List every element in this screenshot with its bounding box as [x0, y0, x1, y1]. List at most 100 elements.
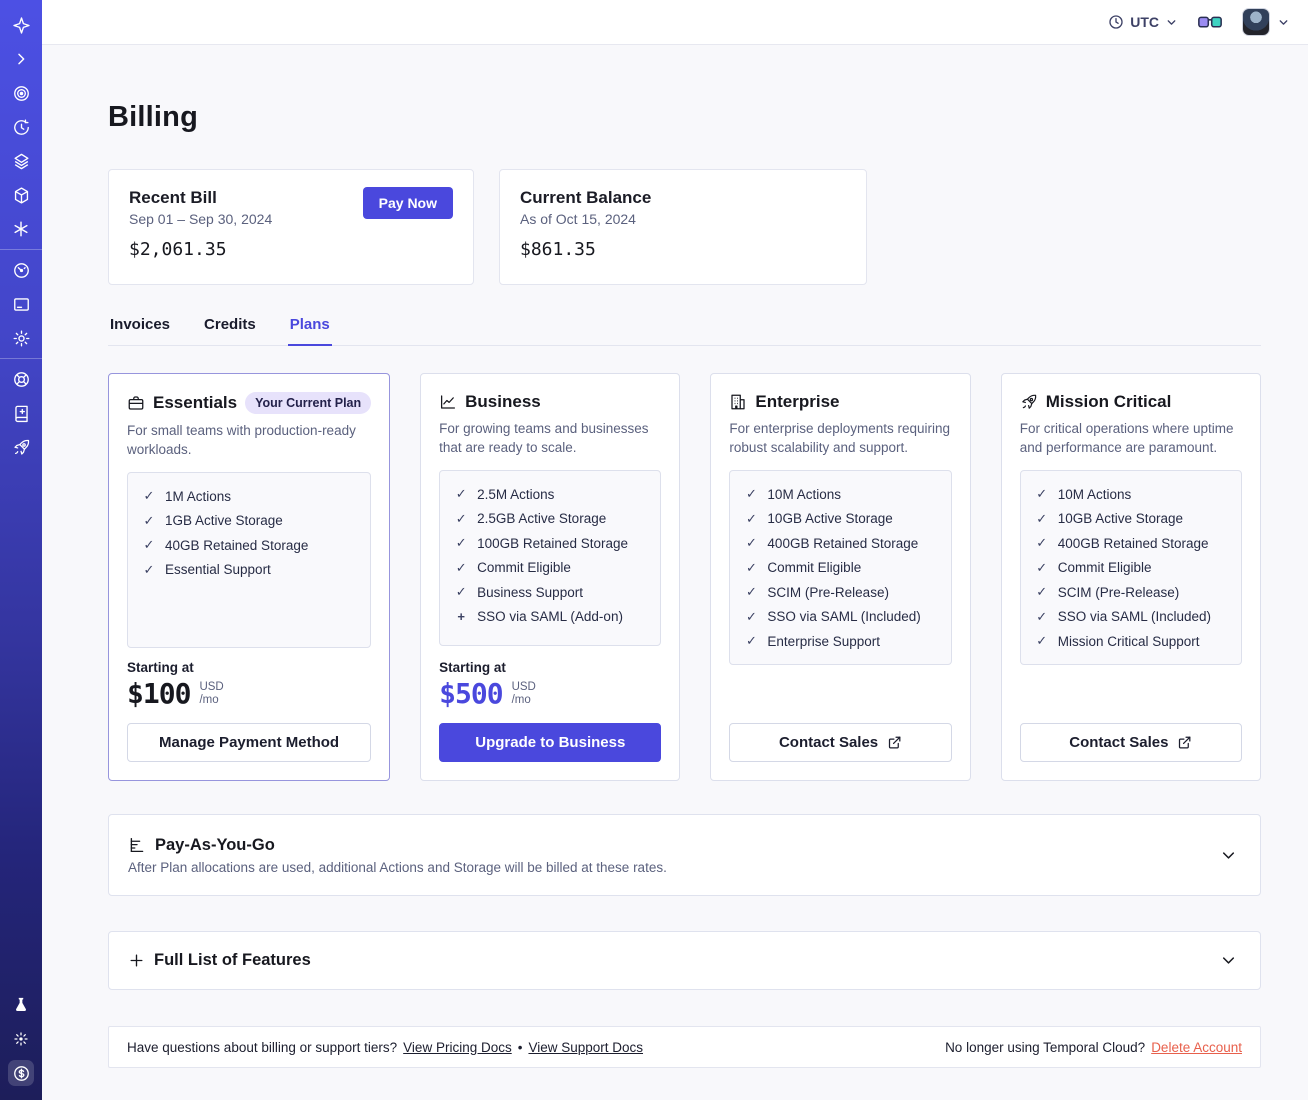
pay-now-button[interactable]: Pay Now	[362, 187, 453, 219]
plan-card-mission-critical: Mission Critical For critical operations…	[1000, 373, 1261, 781]
services-icon[interactable]	[8, 182, 34, 208]
feature-item: ✓ Enterprise Support	[745, 633, 880, 649]
collapse-sidebar-icon[interactable]	[8, 46, 34, 72]
feature-item: ✓ 400GB Retained Storage	[1036, 535, 1209, 551]
current-balance-amount: $861.35	[520, 239, 596, 260]
footer-question: Have questions about billing or support …	[127, 1039, 398, 1055]
plan-features: ✓ 2.5M Actions ✓ 2.5GB Active Storage ✓ 100…	[439, 470, 662, 646]
feature-item: ✓ Business Support	[455, 584, 583, 600]
price-block: Starting at $500 USD/mo	[439, 660, 661, 710]
check-icon: ✓	[1036, 535, 1048, 550]
theme-icon[interactable]	[8, 1026, 34, 1052]
delete-account-link[interactable]: Delete Account	[1151, 1040, 1242, 1055]
check-icon: ✓	[1036, 608, 1048, 624]
plans-row: Essentials Your Current Plan For small t…	[108, 373, 1261, 781]
timezone-selector[interactable]: UTC	[1108, 14, 1178, 30]
plus-icon	[128, 952, 145, 969]
current-plan-badge: Your Current Plan	[245, 392, 372, 414]
page-title: Billing	[108, 101, 199, 133]
upgrade-business-button[interactable]: Upgrade to Business	[439, 723, 662, 762]
billing-tabs: Invoices Credits Plans	[108, 310, 1261, 346]
plus-icon: +	[457, 608, 465, 624]
deployments-icon[interactable]	[8, 148, 34, 174]
price-unit: USD/mo	[511, 680, 536, 706]
check-icon: ✓	[1036, 584, 1048, 599]
schedules-icon[interactable]	[8, 114, 34, 140]
check-icon: ✓	[745, 608, 757, 624]
check-icon: ✓	[1036, 486, 1048, 501]
main-content: Billing Recent Bill Sep 01 – Sep 30, 202…	[42, 101, 1308, 1068]
plan-name: Essentials	[153, 393, 238, 412]
check-icon: ✓	[143, 512, 155, 528]
nexus-icon[interactable]	[8, 216, 34, 242]
external-link-icon	[887, 735, 902, 750]
plan-card-business: Business For growing teams and businesse…	[420, 373, 681, 781]
briefcase-icon	[127, 394, 145, 412]
getting-started-icon[interactable]	[8, 434, 34, 460]
check-icon: ✓	[745, 633, 757, 648]
timezone-label: UTC	[1130, 14, 1159, 30]
recent-bill-card: Recent Bill Sep 01 – Sep 30, 2024 $2,061…	[108, 169, 474, 285]
feature-item: ✓ 100GB Retained Storage	[455, 535, 628, 551]
price-label: Starting at	[439, 660, 506, 675]
usage-icon[interactable]	[8, 257, 34, 283]
manage-payment-button[interactable]: Manage Payment Method	[127, 723, 372, 762]
tab-credits[interactable]: Credits	[202, 310, 258, 346]
plan-features: ✓ 10M Actions ✓ 10GB Active Storage ✓ 400GB…	[1019, 470, 1242, 665]
check-icon: ✓	[455, 535, 467, 550]
price-block: Starting at $100 USD/mo	[127, 660, 371, 710]
check-icon: ✓	[143, 561, 155, 577]
price-amount: $500	[439, 677, 503, 710]
price-label: Starting at	[127, 660, 194, 675]
full-features-title: Full List of Features	[154, 951, 311, 969]
namespaces-icon[interactable]	[8, 80, 34, 106]
plan-card-enterprise: Enterprise For enterprise deployments re…	[710, 373, 971, 781]
feature-item: ✓ SCIM (Pre-Release)	[1036, 584, 1180, 600]
chevron-down-icon	[1165, 16, 1178, 29]
separator: •	[517, 1039, 523, 1055]
feature-item: ✓ SSO via SAML (Included)	[745, 608, 921, 625]
temporal-logo-icon[interactable]	[8, 12, 34, 38]
support-icon[interactable]	[8, 366, 34, 392]
feature-item: ✓ Mission Critical Support	[1036, 633, 1200, 649]
sidebar	[0, 0, 42, 1100]
check-icon: ✓	[1036, 559, 1048, 575]
feature-item: ✓ 2.5GB Active Storage	[455, 510, 607, 527]
settings-icon[interactable]	[8, 325, 34, 351]
feature-item: ✓ 10M Actions	[745, 486, 841, 502]
contact-sales-button[interactable]: Contact Sales	[1019, 723, 1242, 762]
pricing-docs-link[interactable]: View Pricing Docs	[403, 1040, 512, 1055]
feature-item: ✓ Commit Eligible	[745, 559, 862, 576]
full-features-accordion[interactable]: Full List of Features	[108, 931, 1261, 990]
chevron-down-icon[interactable]	[1219, 951, 1238, 970]
external-link-icon	[1177, 735, 1192, 750]
delete-question: No longer using Temporal Cloud?	[945, 1039, 1146, 1055]
feature-item: + SSO via SAML (Add-on)	[454, 609, 646, 624]
payg-accordion[interactable]: Pay-As-You-Go After Plan allocations are…	[108, 814, 1261, 896]
check-icon: ✓	[455, 510, 467, 526]
plan-description: For small teams with production-ready wo…	[127, 423, 356, 457]
plan-description: For enterprise deployments requiring rob…	[729, 421, 951, 455]
billing-icon[interactable]	[8, 1060, 34, 1086]
payg-title: Pay-As-You-Go	[155, 835, 275, 854]
check-icon: ✓	[1036, 633, 1048, 648]
glasses-icon[interactable]	[1198, 15, 1222, 30]
contact-sales-button[interactable]: Contact Sales	[729, 723, 952, 762]
user-menu[interactable]	[1242, 8, 1290, 36]
docs-icon[interactable]	[8, 400, 34, 426]
plan-features: ✓ 10M Actions ✓ 10GB Active Storage ✓ 400GB…	[729, 470, 952, 665]
plan-name: Enterprise	[755, 392, 840, 411]
payments-icon[interactable]	[8, 291, 34, 317]
labs-icon[interactable]	[8, 992, 34, 1018]
avatar[interactable]	[1242, 8, 1270, 36]
recent-bill-amount: $2,061.35	[129, 239, 227, 260]
tab-plans[interactable]: Plans	[287, 310, 332, 346]
support-docs-link[interactable]: View Support Docs	[528, 1040, 643, 1055]
chevron-down-icon	[1277, 16, 1290, 29]
chevron-down-icon[interactable]	[1219, 846, 1238, 865]
tab-invoices[interactable]: Invoices	[108, 310, 172, 346]
pareto-chart-icon	[128, 836, 146, 854]
plan-name: Business	[465, 392, 541, 411]
check-icon: ✓	[745, 510, 757, 526]
payg-description: After Plan allocations are used, additio…	[128, 859, 667, 875]
